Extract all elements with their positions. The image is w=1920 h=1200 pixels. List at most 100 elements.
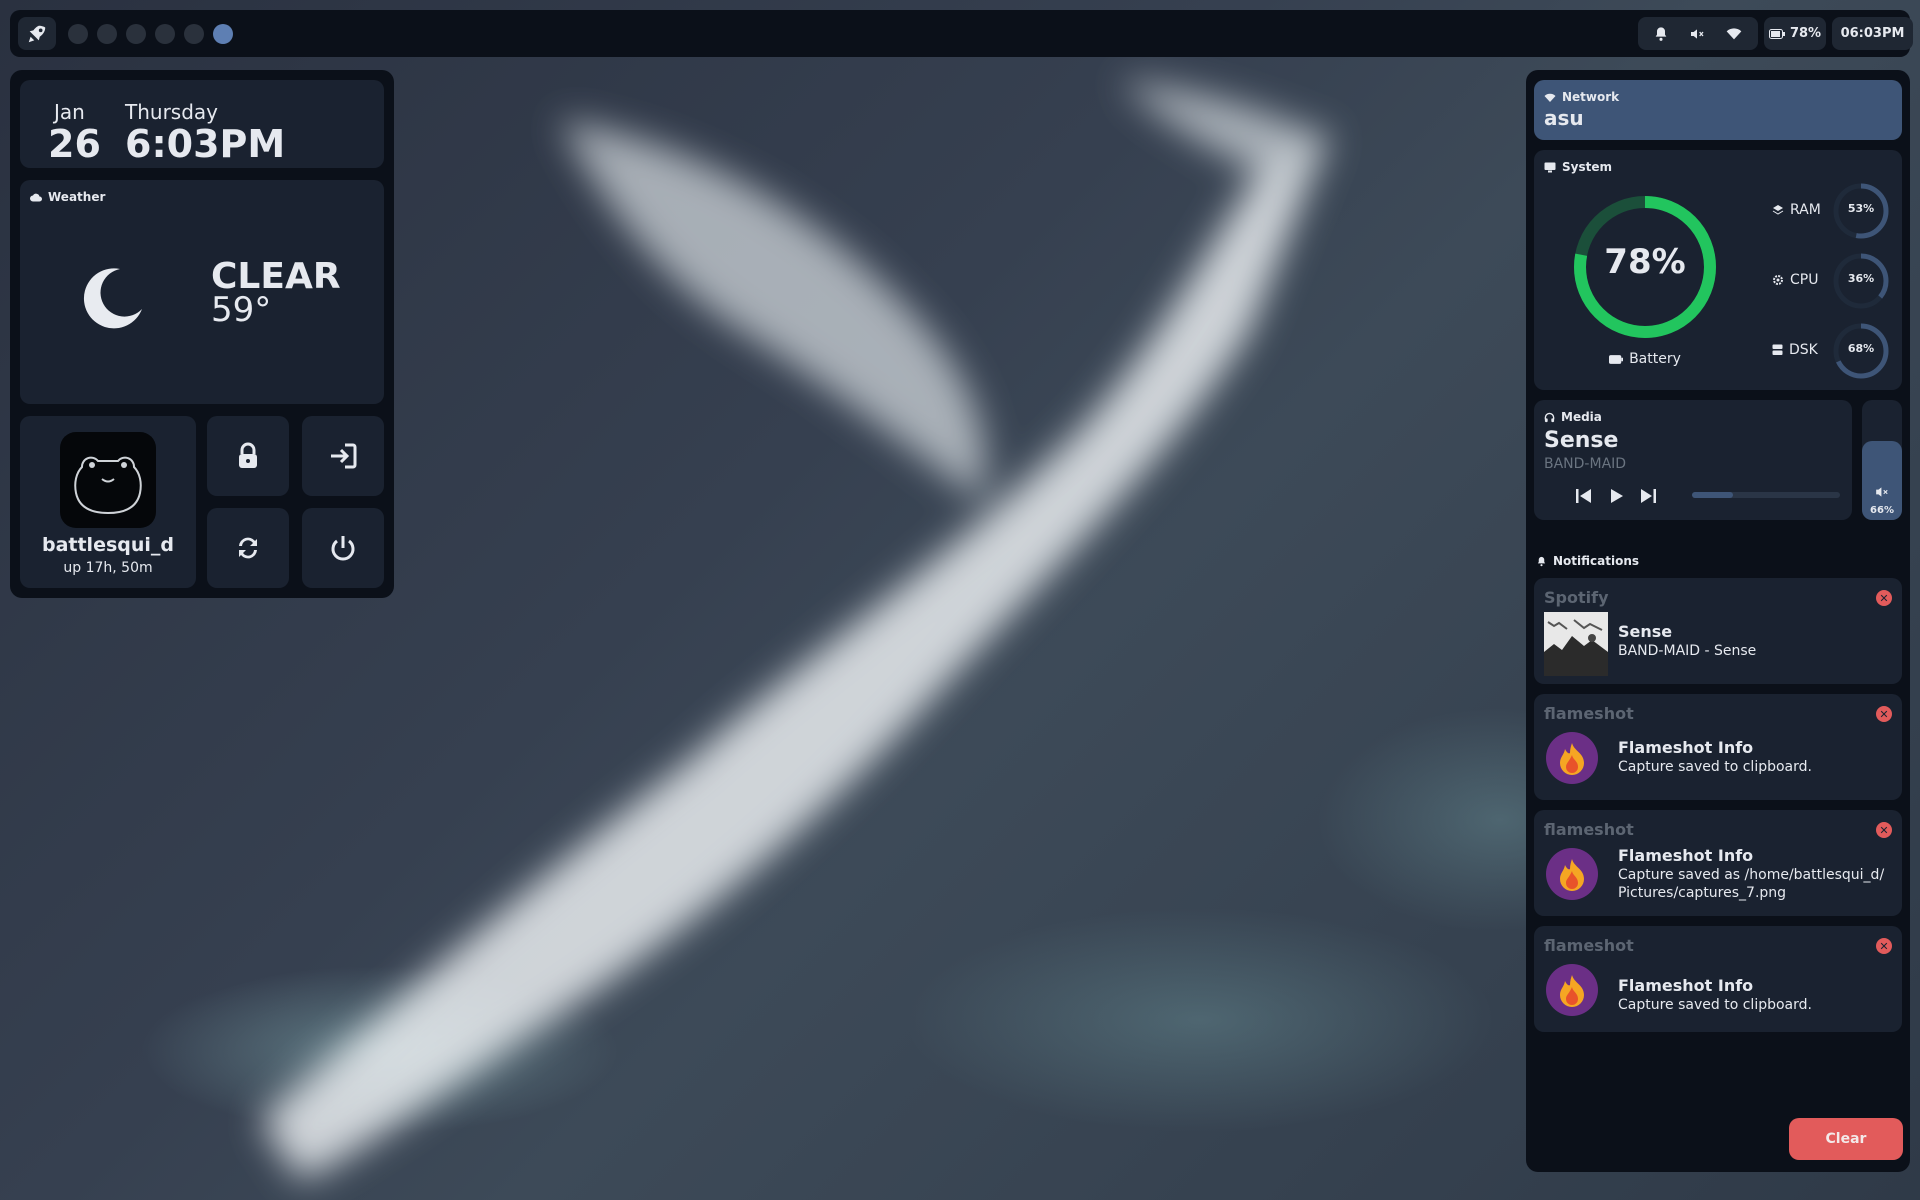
flame-icon [1560,859,1584,891]
control-center-panel: Network asu System 78% Battery RAM 53% C… [1526,70,1910,1172]
ram-label: RAM [1790,202,1821,218]
notification-source: flameshot [1544,936,1634,955]
workspace-2[interactable] [97,24,117,44]
notification-title: Flameshot Info [1618,738,1754,757]
power-icon [331,536,355,561]
notification-close-button[interactable]: ✕ [1876,706,1892,722]
notification-title: Flameshot Info [1618,846,1754,865]
flame-icon [1560,975,1584,1007]
monitor-icon [1544,162,1556,172]
notification-source: Spotify [1544,588,1609,607]
time: 6:03PM [125,122,286,166]
flameshot-app-icon [1546,732,1598,784]
notification-close-button[interactable]: ✕ [1876,938,1892,954]
bell-icon [1537,556,1546,566]
workspace-4[interactable] [155,24,175,44]
bell-icon[interactable] [1653,26,1669,42]
workspace-3[interactable] [126,24,146,44]
disk-label: DSK [1789,342,1818,358]
workspace-5[interactable] [184,24,204,44]
cpu-stat: CPU 36% [1772,252,1892,310]
cpu-label: CPU [1790,272,1819,288]
logout-button[interactable] [302,416,384,496]
media-heading: Media [1544,410,1602,424]
workspace-6-active[interactable] [213,24,233,44]
date-time-card: Jan 26 Thursday 6:03PM [20,80,384,168]
notification-body: Capture saved to clipboard. [1618,997,1812,1013]
notification-body: Capture saved to clipboard. [1618,759,1812,775]
play-icon [1610,489,1623,503]
volume-value: 66% [1870,505,1894,516]
logout-icon [331,443,357,469]
headphones-icon [1544,412,1555,422]
clock[interactable]: 06:03PM [1832,17,1913,50]
flameshot-app-icon [1546,848,1598,900]
notification-body: Capture saved as /home/battlesqui_d/Pict… [1618,867,1885,901]
system-card: System 78% Battery RAM 53% CPU 36% DSK 6… [1534,150,1902,390]
user-card: battlesqui_d up 17h, 50m [20,416,196,588]
wifi-icon[interactable] [1725,26,1743,42]
notification-item[interactable]: flameshot ✕ Flameshot Info Capture saved… [1534,810,1902,916]
battery-icon [1609,354,1624,364]
workspace-1[interactable] [68,24,88,44]
media-card: Media Sense BAND-MAID [1534,400,1852,520]
volume-muted-icon[interactable] [1688,26,1706,42]
ram-value: 53% [1847,202,1875,215]
system-heading: System [1544,160,1612,174]
notification-close-button[interactable]: ✕ [1876,822,1892,838]
play-button[interactable] [1606,486,1626,506]
cpu-value: 36% [1847,272,1875,285]
battery-indicator[interactable]: 78% [1764,17,1826,50]
notification-item[interactable]: flameshot ✕ Flameshot Info Capture saved… [1534,694,1902,800]
battery-percent: 78% [1789,26,1822,41]
network-ssid: asu [1544,106,1584,130]
power-button[interactable] [302,508,384,588]
disk-icon [1772,344,1783,355]
disk-stat: DSK 68% [1772,322,1892,380]
flameshot-app-icon [1546,964,1598,1016]
ram-stat: RAM 53% [1772,182,1892,240]
username: battlesqui_d [41,534,175,556]
weather-temperature: 59° [211,290,272,330]
lock-icon [239,442,257,468]
day-number: 26 [48,122,101,166]
notification-body: BAND-MAID - Sense [1618,643,1757,659]
flame-icon [1560,743,1584,775]
lock-button[interactable] [207,416,289,496]
previous-button[interactable] [1574,486,1594,506]
notification-title: Sense [1618,622,1673,641]
top-bar: 78% 06:03PM [10,10,1913,57]
notification-source: flameshot [1544,820,1634,839]
reboot-icon [239,537,257,559]
notification-title: Flameshot Info [1618,976,1754,995]
notification-item[interactable]: Spotify ✕ Sense BAND-MAID - Sense [1534,578,1902,684]
dashboard-left-panel: Jan 26 Thursday 6:03PM Weather CLEAR 59°… [10,70,394,598]
media-progress-fill [1692,492,1734,498]
reboot-button[interactable] [207,508,289,588]
disk-value: 68% [1847,342,1875,355]
next-button[interactable] [1638,486,1658,506]
weekday: Thursday [125,100,218,124]
gear-icon [1773,275,1783,285]
frog-avatar-icon [74,456,142,515]
weather-heading: Weather [30,190,105,204]
media-title: Sense [1544,428,1619,453]
media-artist: BAND-MAID [1544,456,1627,472]
month: Jan [54,100,85,124]
clear-notifications-button[interactable]: Clear [1789,1118,1903,1160]
network-heading: Network [1544,90,1619,104]
network-card[interactable]: Network asu [1534,80,1902,140]
volume-slider[interactable]: 66% [1862,400,1902,520]
launcher-button[interactable] [18,17,56,50]
battery-ring-value: 78% [1604,242,1686,282]
avatar [60,432,156,528]
notification-item[interactable]: flameshot ✕ Flameshot Info Capture saved… [1534,926,1902,1032]
cloud-icon [30,193,42,202]
battery-caption: Battery [1570,351,1720,367]
notifications-heading: Notifications [1536,554,1639,568]
uptime: up 17h, 50m [63,560,153,576]
notification-close-button[interactable]: ✕ [1876,590,1892,606]
moon-icon [83,268,142,329]
media-progress-bar[interactable] [1692,492,1840,498]
weather-card: Weather CLEAR 59° [20,180,384,404]
